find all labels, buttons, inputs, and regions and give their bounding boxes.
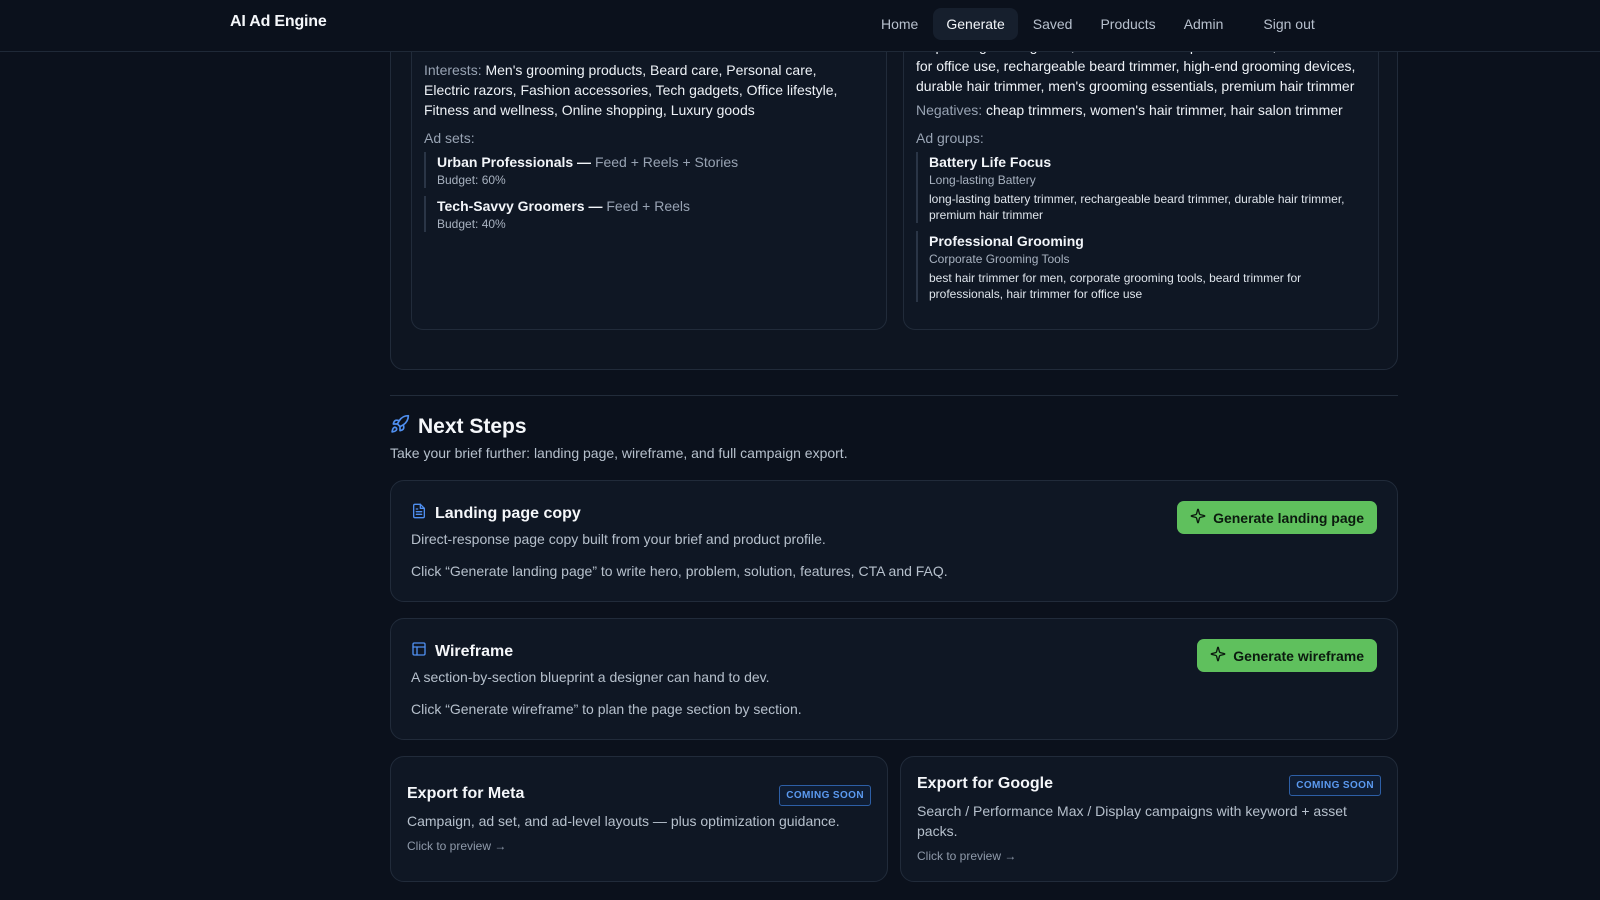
adgroups-label: Ad groups:: [916, 130, 984, 146]
export-meta-card[interactable]: Export for Meta COMING SOON Campaign, ad…: [390, 756, 888, 882]
export-meta-title: Export for Meta: [407, 785, 525, 802]
adset-budget: Budget: 40%: [437, 217, 506, 231]
landing-page-hint: Click “Generate landing page” to write h…: [411, 563, 948, 579]
adset-name: Tech-Savvy Groomers: [437, 198, 585, 214]
interests-row: Interests: Men's grooming products, Bear…: [424, 60, 864, 120]
layout-icon: [411, 641, 427, 662]
nav-products[interactable]: Products: [1087, 8, 1168, 40]
adgroup-theme: Corporate Grooming Tools: [929, 252, 1070, 266]
adset-item: Urban Professionals — Feed + Reels + Sto…: [424, 152, 864, 188]
adgroup-name: Professional Grooming: [929, 233, 1084, 249]
adgroup-item: Battery Life Focus Long-lasting Battery …: [916, 152, 1364, 223]
brand-logo-text[interactable]: AI Ad Engine: [230, 13, 327, 31]
wireframe-desc: A section-by-section blueprint a designe…: [411, 669, 770, 685]
sparkles-icon: [1190, 508, 1213, 527]
landing-page-title: Landing page copy: [435, 504, 581, 522]
nav-home[interactable]: Home: [868, 8, 931, 40]
adgroup-name: Battery Life Focus: [929, 154, 1052, 170]
top-navigation-bar: AI Ad Engine Home Generate Saved Product…: [0, 0, 1600, 52]
wireframe-card: Wireframe A section-by-section blueprint…: [390, 618, 1398, 740]
generate-wireframe-button[interactable]: Generate wireframe: [1197, 639, 1377, 672]
nav-generate[interactable]: Generate: [933, 8, 1018, 40]
export-meta-preview-link[interactable]: Click to preview →: [407, 839, 506, 853]
adgroup-theme: Long-lasting Battery: [929, 173, 1036, 187]
landing-page-desc: Direct-response page copy built from you…: [411, 531, 826, 547]
negatives-row: Negatives: cheap trimmers, women's hair …: [916, 100, 1364, 120]
section-divider: [390, 395, 1398, 396]
adset-budget: Budget: 60%: [437, 173, 506, 187]
adgroup-keywords: long-lasting battery trimmer, rechargeab…: [929, 192, 1345, 222]
adset-item: Tech-Savvy Groomers — Feed + Reels Budge…: [424, 196, 864, 232]
export-google-preview-link[interactable]: Click to preview →: [917, 849, 1016, 863]
landing-page-card: Landing page copy Direct-response page c…: [390, 480, 1398, 602]
interests-label: Interests:: [424, 62, 482, 78]
adset-placements: Feed + Reels: [606, 198, 691, 214]
campaign-brief-card: income Interests: Men's grooming product…: [390, 0, 1398, 370]
adset-name: Urban Professionals: [437, 154, 574, 170]
generate-landing-page-button[interactable]: Generate landing page: [1177, 501, 1377, 534]
coming-soon-badge: COMING SOON: [1289, 775, 1381, 796]
landing-page-header: Landing page copy: [411, 503, 581, 524]
adgroup-item: Professional Grooming Corporate Grooming…: [916, 231, 1364, 302]
coming-soon-badge: COMING SOON: [779, 785, 871, 806]
next-steps-title: Next Steps: [418, 414, 527, 438]
sign-out-button[interactable]: Sign out: [1250, 8, 1327, 40]
nav-saved[interactable]: Saved: [1020, 8, 1086, 40]
wireframe-title: Wireframe: [435, 642, 514, 660]
adgroup-keywords: best hair trimmer for men, corporate gro…: [929, 271, 1302, 301]
generate-landing-page-label: Generate landing page: [1213, 509, 1364, 526]
export-google-card[interactable]: Export for Google COMING SOON Search / P…: [900, 756, 1398, 882]
adset-placements: Feed + Reels + Stories: [594, 154, 739, 170]
export-meta-desc: Campaign, ad set, and ad-level layouts —…: [407, 813, 840, 829]
nav-admin[interactable]: Admin: [1171, 8, 1237, 40]
adsets-list: Urban Professionals — Feed + Reels + Sto…: [424, 152, 864, 232]
export-google-title: Export for Google: [917, 775, 1053, 792]
adsets-label: Ad sets:: [424, 130, 475, 146]
next-steps-subtitle: Take your brief further: landing page, w…: [390, 445, 848, 461]
interests-value: Men's grooming products, Beard care, Per…: [424, 62, 838, 118]
adgroups-list: Battery Life Focus Long-lasting Battery …: [916, 152, 1364, 302]
document-icon: [411, 503, 427, 524]
wireframe-hint: Click “Generate wireframe” to plan the p…: [411, 701, 802, 717]
negatives-label: Negatives:: [916, 102, 983, 118]
wireframe-header: Wireframe: [411, 641, 513, 662]
negatives-value: cheap trimmers, women's hair trimmer, ha…: [986, 102, 1343, 118]
export-google-desc: Search / Performance Max / Display campa…: [917, 803, 1347, 839]
next-steps-heading: Next Steps: [390, 414, 527, 439]
generate-wireframe-label: Generate wireframe: [1233, 647, 1364, 664]
rocket-icon: [390, 414, 410, 439]
sparkles-icon: [1210, 646, 1233, 665]
main-nav: Home Generate Saved Products Admin Sign …: [868, 8, 1330, 40]
